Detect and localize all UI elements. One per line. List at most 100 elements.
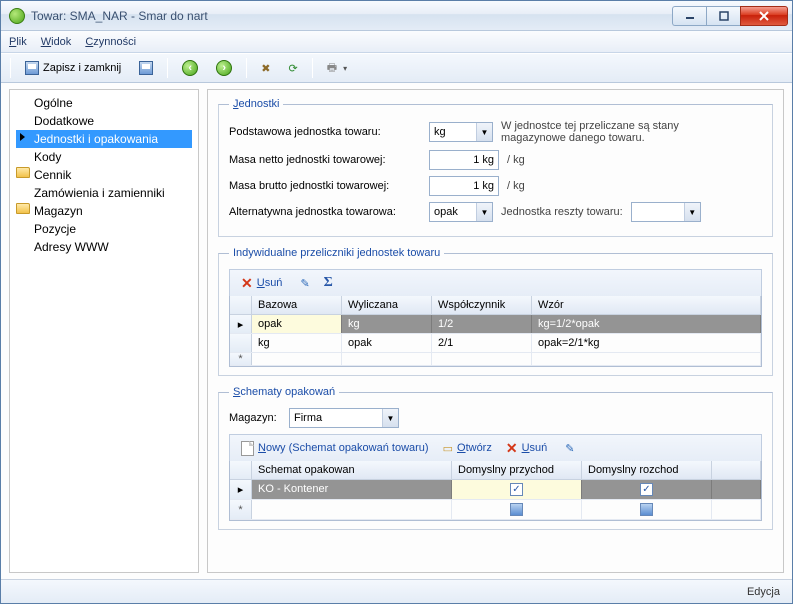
packaging-fieldset: Schematy opakowań Magazyn: Firma ▼ Nowy … — [218, 386, 773, 530]
table-row-new[interactable]: * — [230, 500, 761, 520]
brutto-label: Masa brutto jednostki towarowej: — [229, 180, 429, 192]
table-row[interactable]: ▸ KO - Kontener — [230, 480, 761, 500]
base-unit-combo[interactable]: kg ▼ — [429, 122, 493, 142]
table-row[interactable]: ▸ opak kg 1/2 kg=1/2*opak — [230, 315, 761, 334]
col-wzor[interactable]: Wzór — [532, 296, 761, 314]
print-button[interactable]: 🖶▾ — [320, 57, 354, 79]
alt-unit-combo[interactable]: opak ▼ — [429, 202, 493, 222]
brutto-after: / kg — [507, 180, 525, 192]
base-unit-value: kg — [434, 126, 446, 138]
delete-button[interactable]: ✕ Usuń — [236, 273, 287, 293]
arrow-left-icon: ‹ — [182, 60, 198, 76]
alt-unit-value: opak — [434, 206, 458, 218]
col-rozchod[interactable]: Domyslny rozchod — [582, 461, 712, 479]
sidebar-item-adresy[interactable]: Adresy WWW — [16, 238, 192, 256]
converters-toolbar: ✕ Usuń ✎ Σ — [229, 269, 762, 296]
sidebar-item-cennik[interactable]: Cennik — [16, 166, 192, 184]
row-indicator: * — [230, 353, 252, 365]
maximize-button[interactable] — [706, 6, 740, 26]
arrow-right-icon: › — [216, 60, 232, 76]
menu-widok[interactable]: Widok — [41, 36, 72, 48]
units-fieldset: Jednostki Podstawowa jednostka towaru: k… — [218, 98, 773, 237]
sidebar-item-zamowienia[interactable]: Zamówienia i zamienniki — [16, 184, 192, 202]
col-przychod[interactable]: Domyslny przychod — [452, 461, 582, 479]
brutto-input[interactable] — [429, 176, 499, 196]
converters-legend: Indywidualne przeliczniki jednostek towa… — [229, 247, 444, 259]
sidebar-item-kody[interactable]: Kody — [16, 148, 192, 166]
grid-header: Bazowa Wyliczana Współczynnik Wzór — [230, 296, 761, 315]
magazyn-value: Firma — [294, 412, 322, 424]
folder-icon — [16, 167, 30, 178]
window-controls — [672, 6, 788, 26]
save-close-label: Zapisz i zamknij — [43, 62, 121, 74]
delete-pack-button[interactable]: ✕ Usuń — [501, 438, 552, 458]
row-indicator: ▸ — [230, 480, 252, 499]
statusbar: Edycja — [1, 579, 792, 603]
back-button[interactable]: ‹ — [175, 57, 205, 79]
magazyn-label: Magazyn: — [229, 412, 289, 424]
rest-unit-label: Jednostka reszty towaru: — [501, 206, 623, 218]
units-legend: Jednostki — [229, 98, 283, 110]
rest-unit-combo[interactable]: ▼ — [631, 202, 701, 222]
chevron-down-icon[interactable]: ▼ — [382, 409, 398, 427]
delete-label: Usuń — [257, 277, 283, 289]
col-schemat[interactable]: Schemat opakowan — [252, 461, 452, 479]
packaging-grid: Schemat opakowan Domyslny przychod Domys… — [229, 461, 762, 521]
converters-fieldset: Indywidualne przeliczniki jednostek towa… — [218, 247, 773, 376]
row-indicator — [230, 334, 252, 352]
packaging-toolbar: Nowy (Schemat opakowań towaru) ▭ Otwórz … — [229, 434, 762, 461]
new-button[interactable]: Nowy (Schemat opakowań towaru) — [236, 438, 434, 458]
window-title: Towar: SMA_NAR - Smar do nart — [31, 9, 208, 23]
sidebar: Ogólne Dodatkowe Jednostki i opakowania … — [9, 89, 199, 573]
col-wsp[interactable]: Współczynnik — [432, 296, 532, 314]
chevron-down-icon[interactable]: ▼ — [476, 123, 492, 141]
new-label: Nowy (Schemat opakowań towaru) — [258, 442, 429, 454]
netto-input[interactable] — [429, 150, 499, 170]
save-icon — [25, 61, 39, 75]
row-indicator: * — [230, 500, 252, 519]
body: Ogólne Dodatkowe Jednostki i opakowania … — [1, 83, 792, 579]
checkbox-przychod-new[interactable] — [510, 503, 523, 516]
magazyn-combo[interactable]: Firma ▼ — [289, 408, 399, 428]
forward-button[interactable]: › — [209, 57, 239, 79]
edit-pack-button[interactable]: ✎ — [560, 438, 579, 458]
netto-after: / kg — [507, 154, 525, 166]
col-bazowa[interactable]: Bazowa — [252, 296, 342, 314]
table-row[interactable]: kg opak 2/1 opak=2/1*kg — [230, 334, 761, 353]
sidebar-item-magazyn[interactable]: Magazyn — [16, 202, 192, 220]
sigma-button[interactable]: Σ — [319, 273, 338, 293]
table-row-new[interactable]: * — [230, 353, 761, 366]
save-button[interactable] — [132, 57, 160, 79]
converters-grid: Bazowa Wyliczana Współczynnik Wzór ▸ opa… — [229, 296, 762, 367]
sidebar-item-ogolne[interactable]: Ogólne — [16, 94, 192, 112]
base-unit-label: Podstawowa jednostka towaru: — [229, 126, 429, 138]
refresh-button[interactable]: ⟳ — [281, 57, 304, 79]
edit-button[interactable]: ✎ — [295, 273, 314, 293]
checkbox-przychod[interactable] — [510, 483, 523, 496]
sidebar-item-dodatkowe[interactable]: Dodatkowe — [16, 112, 192, 130]
menu-plik[interactable]: Plik — [9, 36, 27, 48]
minimize-button[interactable] — [672, 6, 706, 26]
checkbox-rozchod-new[interactable] — [640, 503, 653, 516]
sidebar-item-jednostki[interactable]: Jednostki i opakowania — [16, 130, 192, 148]
sigma-icon: Σ — [324, 275, 333, 291]
tools-button[interactable]: ✖ — [254, 57, 277, 79]
row-indicator: ▸ — [230, 315, 252, 333]
x-icon: ✕ — [241, 275, 253, 292]
netto-label: Masa netto jednostki towarowej: — [229, 154, 429, 166]
menubar: Plik Widok Czynności — [1, 31, 792, 53]
save-close-button[interactable]: Zapisz i zamknij — [18, 57, 128, 79]
delete-pack-label: Usuń — [522, 442, 548, 454]
page-icon — [241, 441, 254, 456]
chevron-down-icon[interactable]: ▼ — [476, 203, 492, 221]
open-button[interactable]: ▭ Otwórz — [438, 438, 497, 458]
sidebar-item-pozycje[interactable]: Pozycje — [16, 220, 192, 238]
x-icon: ✕ — [506, 440, 518, 457]
menu-czynnosci[interactable]: Czynności — [85, 36, 136, 48]
close-button[interactable] — [740, 6, 788, 26]
col-wyliczana[interactable]: Wyliczana — [342, 296, 432, 314]
checkbox-rozchod[interactable] — [640, 483, 653, 496]
app-icon — [9, 8, 25, 24]
chevron-down-icon[interactable]: ▼ — [684, 203, 700, 221]
content: Jednostki Podstawowa jednostka towaru: k… — [207, 89, 784, 573]
